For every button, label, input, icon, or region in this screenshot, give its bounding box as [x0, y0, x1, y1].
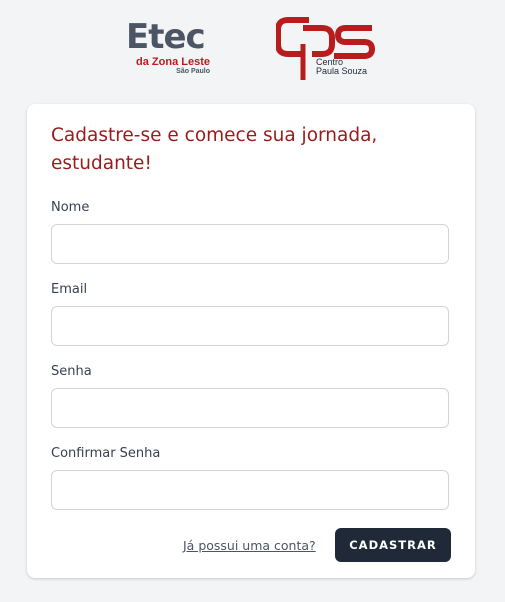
etec-logo-city: São Paulo [176, 68, 210, 75]
etec-logo-unit: da Zona Leste [136, 56, 210, 68]
password-label: Senha [51, 364, 92, 379]
logo-bar: Etec da Zona Leste São Paulo Centro Paul… [0, 14, 505, 84]
etec-logo: Etec da Zona Leste São Paulo [126, 20, 212, 80]
login-link[interactable]: Já possui uma conta? [183, 538, 316, 553]
confirm-password-input[interactable] [51, 470, 449, 510]
etec-logo-name: Etec [126, 17, 206, 57]
name-label: Nome [51, 200, 90, 215]
confirm-password-label: Confirmar Senha [51, 446, 161, 461]
password-input[interactable] [51, 388, 449, 428]
email-input[interactable] [51, 306, 449, 346]
signup-card: Cadastre-se e comece sua jornada, estuda… [27, 104, 475, 578]
cps-logo: Centro Paula Souza [275, 14, 386, 84]
name-input[interactable] [51, 224, 449, 264]
submit-button[interactable]: CADASTRAR [335, 528, 451, 562]
cps-logo-line2: Paula Souza [316, 66, 368, 76]
email-label: Email [51, 282, 88, 297]
form-title: Cadastre-se e comece sua jornada, estuda… [51, 125, 378, 174]
cps-logo-text: Centro Paula Souza [316, 58, 367, 76]
